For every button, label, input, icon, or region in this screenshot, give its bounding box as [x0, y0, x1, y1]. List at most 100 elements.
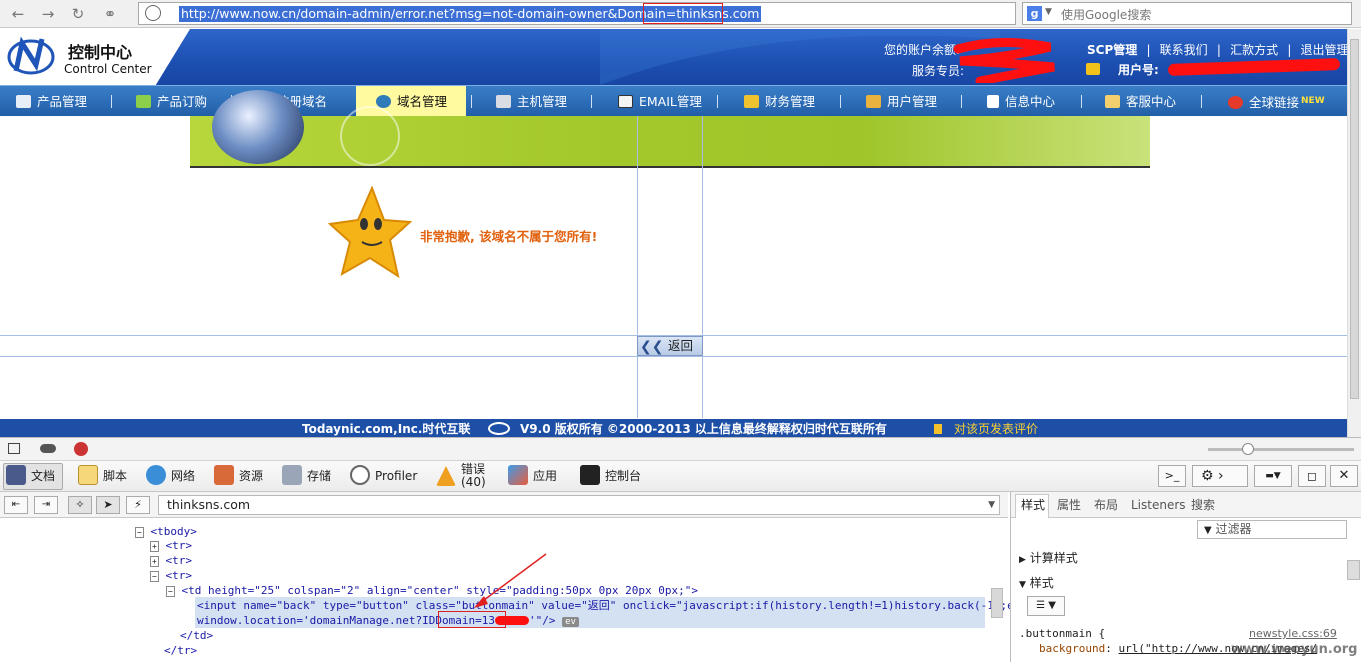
tab-network[interactable]: 网络 [146, 461, 195, 492]
inspect-icon[interactable]: ✧ [68, 496, 92, 514]
bug-icon[interactable] [74, 442, 88, 456]
annotation-arrow [474, 553, 547, 608]
tab-storage[interactable]: 存储 [282, 461, 331, 492]
page-scrollbar[interactable] [1347, 29, 1361, 437]
side-tab-styles[interactable]: 样式 [1021, 492, 1045, 518]
apps-icon [508, 465, 528, 485]
back-button[interactable]: ❮❮ 返回 [637, 336, 703, 356]
devtools-breadcrumb-row: ⇤ ⇥ ✧ ➤ ⚡ thinksns.com ▼ [0, 492, 1008, 518]
cloud-icon[interactable] [40, 444, 56, 453]
zoom-slider[interactable] [1208, 448, 1354, 451]
close-icon[interactable]: ✕ [1330, 465, 1358, 487]
main-nav: 产品管理 产品订购 注册域名 域名管理 主机管理 EMAIL管理 财务管理 用户… [0, 85, 1347, 117]
link-payment[interactable]: 汇款方式 [1230, 43, 1278, 57]
tab-resources[interactable]: 资源 [214, 461, 263, 492]
user-icon [866, 95, 881, 108]
key-icon[interactable]: ⚭ [100, 4, 120, 24]
address-bar[interactable]: http://www.now.cn/domain-admin/error.net… [138, 2, 1016, 25]
nav-product-manage[interactable]: 产品管理 [16, 86, 87, 117]
tab-profiler[interactable]: Profiler [350, 461, 417, 492]
tree-node-tr[interactable]: − <tr> [150, 568, 192, 583]
html-tree-panel: − <tbody> + <tr> + <tr> − <tr> − <td hei… [0, 518, 1034, 662]
nav-email-manage[interactable]: EMAIL管理 [618, 86, 702, 117]
nav-finance-manage[interactable]: 财务管理 [744, 86, 815, 117]
link-contact[interactable]: 联系我们 [1160, 43, 1208, 57]
browser-toolbar: ← → ↻ ⚭ http://www.now.cn/domain-admin/e… [0, 0, 1361, 28]
dock-icon[interactable] [8, 443, 20, 454]
tree-node-tr-close[interactable]: </tr> [164, 643, 197, 658]
nav-global-links[interactable]: 全球链接 NEW [1228, 86, 1325, 117]
nav-customer-service[interactable]: 客服中心 [1105, 86, 1176, 117]
style-menu-icon[interactable]: ☰ ▼ [1027, 596, 1065, 616]
redaction-scribble [953, 38, 1055, 83]
tab-console[interactable]: 控制台 [580, 461, 641, 492]
network-icon [146, 465, 166, 485]
css-source-link[interactable]: newstyle.css:69 [1249, 627, 1337, 640]
computed-style-section[interactable]: ▶ 计算样式 [1019, 549, 1078, 566]
page-footer: Todaynic.com,Inc.时代互联 V9.0 版权所有 ©2000-20… [0, 419, 1347, 437]
feedback-link[interactable]: 对该页发表评价 [954, 419, 1038, 439]
tree-node-input[interactable]: <input name="back" type="button" class="… [197, 598, 1034, 613]
dom-breadcrumb[interactable]: thinksns.com ▼ [158, 495, 1000, 515]
panel-scrollbar-thumb[interactable] [991, 588, 1003, 618]
layout-menu-icon[interactable]: ▬▼ [1254, 465, 1292, 487]
script-icon [78, 465, 98, 485]
styles-section[interactable]: ▼ 样式 [1019, 574, 1054, 591]
nav-divider [961, 95, 962, 108]
tab-document[interactable]: 文档 [6, 461, 55, 492]
nav-product-order[interactable]: 产品订购 [136, 86, 207, 117]
cart-icon [136, 95, 151, 108]
compass-image [340, 106, 400, 166]
tree-node-td-close[interactable]: </td> [180, 628, 213, 643]
ev-badge[interactable]: ev [562, 617, 579, 627]
reload-icon[interactable]: ↻ [68, 4, 88, 24]
tree-node-tbody[interactable]: − <tbody> [135, 524, 197, 539]
pointer-icon[interactable]: ➤ [96, 496, 120, 514]
footer-version: V9.0 版权所有 ©2000-2013 以上信息最终解释权归时代互联所有 [520, 422, 887, 436]
undock-icon[interactable]: ◻ [1298, 465, 1326, 487]
nav-info-center[interactable]: 信息中心 [987, 86, 1055, 117]
zoom-slider-handle[interactable] [1242, 443, 1254, 455]
css-selector: .buttonmain { [1019, 627, 1106, 640]
tree-node-input-cont[interactable]: window.location='domainManage.net?IDDoma… [197, 613, 579, 628]
link-scp[interactable]: SCP管理 [1087, 43, 1137, 57]
dropdown-icon[interactable]: ▼ [1045, 7, 1052, 17]
new-badge: NEW [1301, 96, 1325, 106]
forward-arrow-icon[interactable]: → [38, 4, 58, 24]
search-bar[interactable]: g ▼ 使用Google搜索 [1022, 2, 1352, 25]
tree-node-td[interactable]: − <td height="25" colspan="2" align="cen… [166, 583, 698, 598]
tab-script[interactable]: 脚本 [78, 461, 127, 492]
side-tab-listeners[interactable]: Listeners [1131, 492, 1186, 518]
nav-divider [840, 95, 841, 108]
chevron-down-icon[interactable]: ▼ [988, 496, 995, 514]
resources-icon [214, 465, 234, 485]
logo-mark [7, 36, 55, 75]
globe-icon [376, 95, 391, 108]
dock-left-icon[interactable]: ⇤ [4, 496, 28, 514]
product-icon [16, 95, 31, 108]
mail-icon [618, 95, 633, 108]
header-links: SCP管理 | 联系我们 | 汇款方式 | 退出管理 [1087, 43, 1349, 57]
document-icon [6, 465, 26, 485]
nav-user-manage[interactable]: 用户管理 [866, 86, 937, 117]
side-tab-layout[interactable]: 布局 [1094, 492, 1118, 518]
lightning-icon[interactable]: ⚡ [126, 496, 150, 514]
back-arrow-icon[interactable]: ← [8, 4, 28, 24]
nav-host-manage[interactable]: 主机管理 [496, 86, 567, 117]
side-tab-search[interactable]: 搜索 [1191, 492, 1215, 518]
console-toggle-icon[interactable]: >_ [1158, 465, 1186, 487]
tree-node-tr[interactable]: + <tr> [150, 553, 192, 568]
banner [190, 90, 1150, 168]
settings-icon[interactable]: ⚙ › [1192, 465, 1248, 487]
scrollbar-thumb[interactable] [1350, 39, 1359, 399]
filter-input[interactable]: ▼ 过滤器 [1197, 520, 1347, 539]
table-border [637, 116, 638, 418]
dock-right-icon[interactable]: ⇥ [34, 496, 58, 514]
side-scrollbar-thumb[interactable] [1347, 560, 1360, 580]
search-input[interactable]: 使用Google搜索 [1061, 6, 1151, 23]
tab-errors[interactable]: 错误 (40) [436, 461, 486, 492]
tree-node-tr[interactable]: + <tr> [150, 538, 192, 553]
side-tab-attributes[interactable]: 属性 [1057, 492, 1081, 518]
tab-apps[interactable]: 应用 [508, 461, 557, 492]
link-logout[interactable]: 退出管理 [1301, 43, 1349, 57]
